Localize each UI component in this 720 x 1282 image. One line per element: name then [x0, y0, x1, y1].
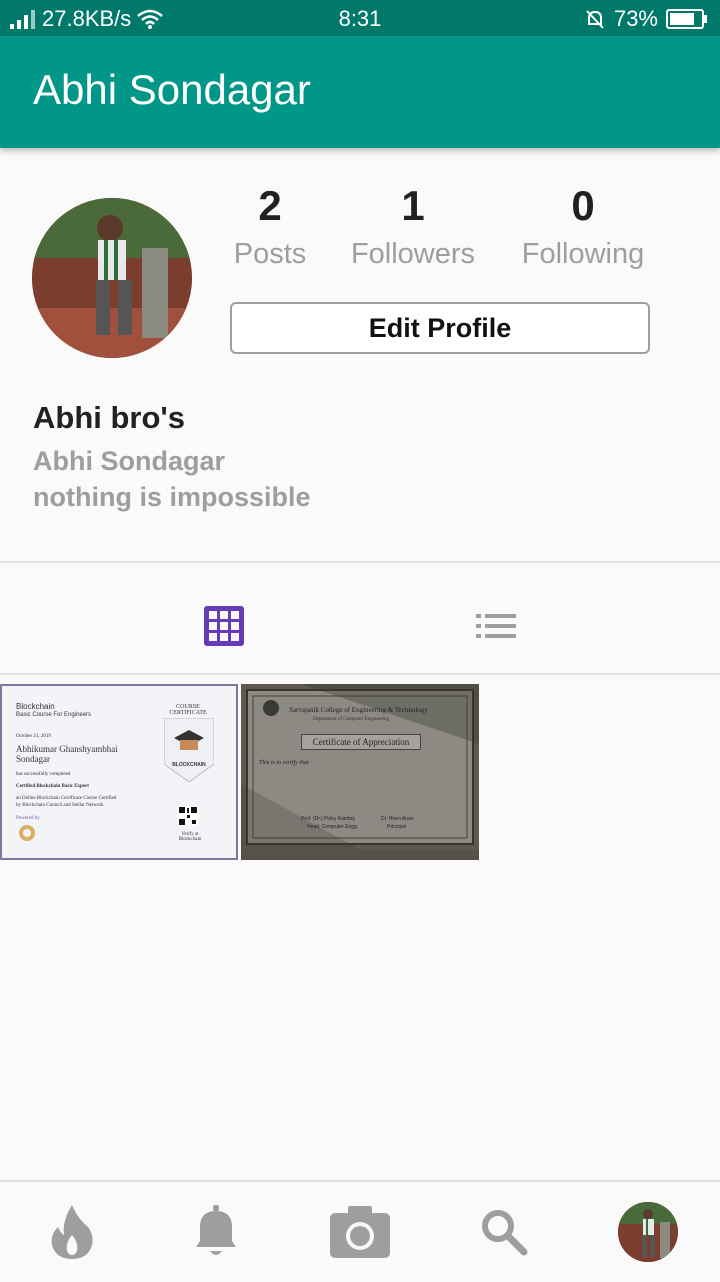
bell-icon: [196, 1205, 236, 1255]
cert1-subtitle: Basic Course For Engineers: [16, 712, 92, 718]
battery-icon: [666, 9, 707, 29]
post-thumbnail-1[interactable]: Blockchain Basic Course For Engineers CO…: [0, 684, 238, 860]
app-bar-title: Abhi Sondagar: [33, 66, 311, 113]
divider-tabs: [0, 673, 720, 675]
following-count: 0: [571, 182, 595, 229]
seal-icon: [19, 825, 35, 841]
cert1-badge: COURSE CERTIFICATE: [169, 704, 207, 716]
following-label: Following: [521, 238, 645, 270]
stat-posts[interactable]: 2 Posts: [190, 180, 350, 271]
cert1-logo-text: BLOCKCHAIN: [172, 762, 206, 768]
bell-off-icon: [586, 10, 604, 29]
bottom-nav: [0, 1180, 720, 1282]
nav-profile[interactable]: [612, 1196, 684, 1268]
qr-code-icon: [178, 806, 198, 826]
list-icon: [476, 614, 516, 638]
profile-avatar-small: [618, 1202, 678, 1262]
nav-notifications[interactable]: [180, 1196, 252, 1268]
stat-followers[interactable]: 1 Followers: [333, 180, 493, 271]
nav-camera[interactable]: [324, 1196, 396, 1268]
post-thumbnail-2[interactable]: Sarvajanik College of Engineering & Tech…: [241, 684, 479, 860]
nav-search[interactable]: [468, 1196, 540, 1268]
flame-icon: [51, 1205, 93, 1259]
cert2-body: This is to certify that: [259, 760, 309, 766]
cert2-sign2: Dr. Hiren Anan: [381, 816, 414, 822]
divider-top: [0, 561, 720, 563]
cert2-dept: Department of Computer Engineering: [313, 717, 389, 722]
cert1-line3: an Online Blockchain Certificate Course …: [16, 796, 117, 801]
cert2-sign1-title: Head, Computer Engg.: [307, 824, 359, 830]
display-name: Abhi bro's: [33, 400, 186, 435]
profile-avatar[interactable]: [32, 198, 192, 358]
followers-count: 1: [401, 182, 425, 229]
bio-text: nothing is impossible: [33, 482, 311, 512]
battery-percent: 73%: [613, 6, 658, 31]
nav-home[interactable]: [36, 1196, 108, 1268]
cert1-line2: Certified Blockchain Basic Expert: [16, 784, 89, 789]
posts-count: 2: [258, 182, 282, 229]
followers-label: Followers: [350, 238, 476, 270]
cert1-date: October 21, 2019: [16, 734, 51, 739]
status-bar: 27.8KB/s 8:31 73%: [0, 0, 720, 36]
blockchain-badge-icon: [164, 718, 214, 782]
posts-label: Posts: [233, 238, 307, 270]
cert2-title: Certificate of Appreciation: [301, 734, 421, 750]
app-bar: Abhi Sondagar: [0, 36, 720, 148]
grid-icon: [204, 606, 244, 646]
cert1-line1: has successfully completed: [16, 772, 71, 777]
avatar-photo-small-icon: [618, 1202, 678, 1262]
stat-following[interactable]: 0 Following: [503, 180, 663, 271]
cert2-college: Sarvajanik College of Engineering & Tech…: [289, 706, 428, 714]
tab-list[interactable]: [472, 604, 520, 648]
cert1-line4: by Blockchain Council and Stellar Networ…: [16, 803, 104, 808]
cert1-powered: Powered by: [16, 816, 40, 821]
cert1-verify: Verify at Blockchain: [178, 832, 202, 842]
tab-grid[interactable]: [200, 604, 248, 648]
cert2-sign1: Prof. (Dr.) Pinky Kamboj: [301, 816, 355, 822]
camera-icon: [330, 1206, 390, 1258]
search-icon: [482, 1210, 528, 1256]
edit-profile-button[interactable]: Edit Profile: [230, 302, 650, 354]
username: Abhi Sondagar: [33, 446, 226, 476]
cert1-recipient: Abhikumar Ghanshyambhai Sondagar: [16, 744, 118, 764]
cert2-sign2-title: Principal: [387, 824, 407, 830]
cert1-title: Blockchain: [16, 702, 55, 711]
status-right: 73%: [584, 6, 708, 32]
avatar-photo-icon: [32, 198, 192, 358]
